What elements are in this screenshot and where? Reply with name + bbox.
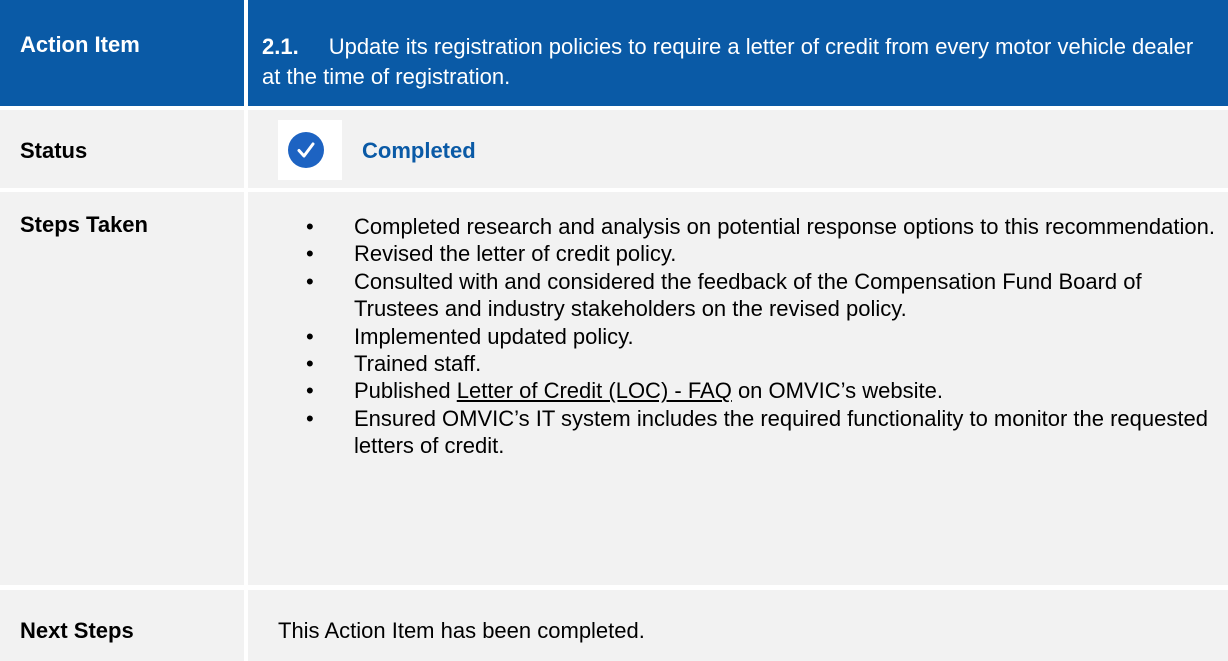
- bullet-icon: •: [306, 214, 314, 239]
- list-item: • Implemented updated policy.: [306, 323, 1226, 350]
- bullet-icon: •: [306, 405, 314, 431]
- action-item-table: Action Item 2.1. Update its registration …: [0, 0, 1228, 661]
- action-item-description: 2.1. Update its registration policies to …: [262, 32, 1212, 92]
- steps-taken-value-cell: • Completed research and analysis on pote…: [248, 192, 1228, 585]
- action-item-value-cell: 2.1. Update its registration policies to …: [248, 0, 1228, 106]
- list-item: • Published Letter of Credit (LOC) - FAQ …: [306, 377, 1226, 404]
- steps-taken-label: Steps Taken: [20, 212, 148, 237]
- next-steps-value-cell: This Action Item has been completed.: [248, 590, 1228, 661]
- next-steps-value: This Action Item has been completed.: [278, 618, 645, 643]
- step-text: Trained staff.: [354, 351, 482, 377]
- status-label-cell: Status: [0, 110, 244, 188]
- next-steps-row: Next Steps This Action Item has been com…: [0, 590, 1228, 661]
- action-item-label: Action Item: [20, 32, 140, 57]
- step-text-post: on OMVIC’s website.: [731, 378, 943, 404]
- status-value: Completed: [362, 138, 476, 163]
- loc-faq-link[interactable]: Letter of Credit (LOC) - FAQ: [457, 378, 732, 403]
- bullet-icon: •: [306, 323, 314, 349]
- action-item-row: Action Item 2.1. Update its registration …: [0, 0, 1228, 106]
- list-item: • Ensured OMVIC’s IT system includes the …: [306, 405, 1226, 460]
- step-text: Implemented updated policy.: [354, 323, 634, 349]
- list-item: • Consulted with and considered the feedb…: [306, 268, 1226, 323]
- bullet-icon: •: [306, 268, 314, 294]
- step-text: Ensured OMVIC’s IT system includes the r…: [354, 405, 1208, 459]
- step-text: Completed research and analysis on poten…: [354, 214, 1215, 239]
- action-item-label-cell: Action Item: [0, 0, 244, 106]
- steps-taken-label-cell: Steps Taken: [0, 192, 244, 585]
- step-text: Consulted with and considered the feedba…: [354, 268, 1142, 322]
- next-steps-label: Next Steps: [20, 618, 134, 643]
- action-item-number: 2.1.: [262, 34, 299, 59]
- list-item: • Trained staff.: [306, 350, 1226, 377]
- status-label: Status: [20, 138, 88, 163]
- steps-list: • Completed research and analysis on pote…: [306, 213, 1226, 460]
- bullet-icon: •: [306, 351, 314, 377]
- step-text: Revised the letter of credit policy.: [354, 241, 677, 267]
- list-item: • Completed research and analysis on pote…: [306, 213, 1226, 240]
- next-steps-label-cell: Next Steps: [0, 590, 244, 661]
- bullet-icon: •: [306, 378, 314, 404]
- action-item-text: Update its registration policies to requ…: [262, 34, 1194, 89]
- status-value-cell: Completed: [248, 110, 1228, 188]
- check-circle-icon: [288, 132, 324, 168]
- status-row: Status Completed: [0, 110, 1228, 188]
- list-item: • Revised the letter of credit policy.: [306, 240, 1226, 267]
- status-icon-frame: [278, 120, 342, 180]
- steps-taken-row: Steps Taken • Completed research and anal…: [0, 192, 1228, 585]
- bullet-icon: •: [306, 241, 314, 267]
- step-text-pre: Published: [354, 378, 457, 404]
